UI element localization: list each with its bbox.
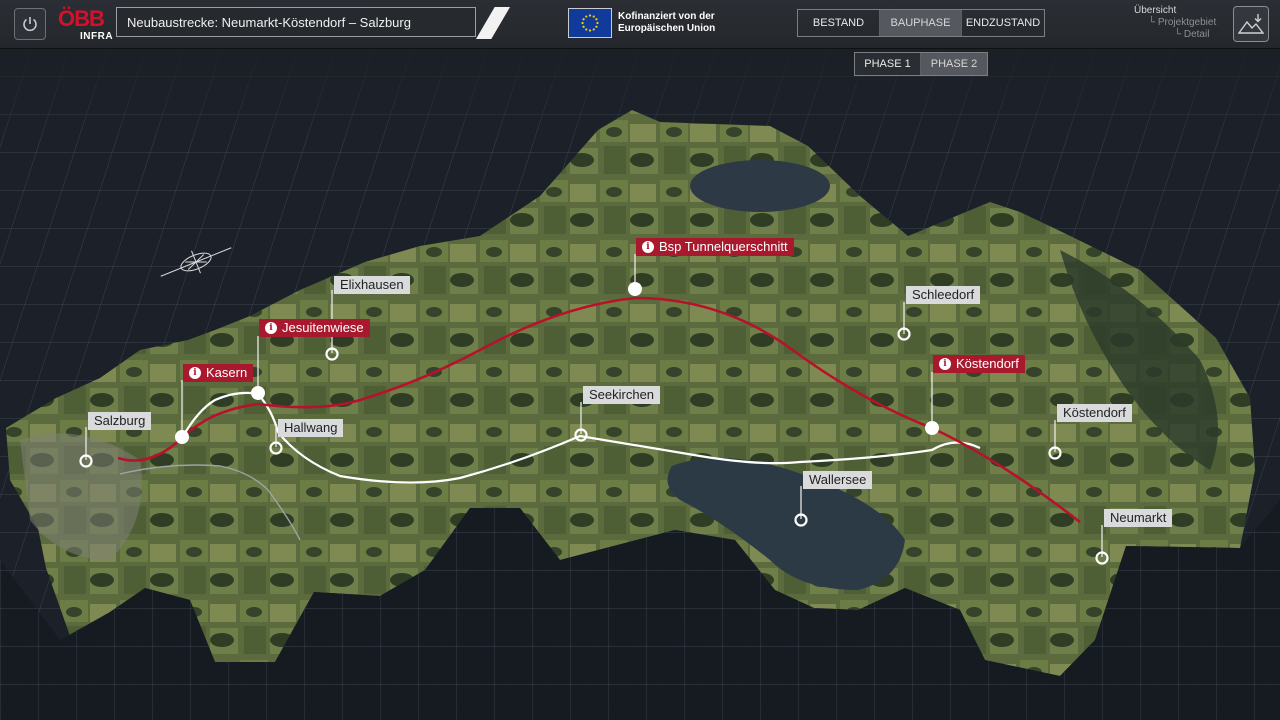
tab-endzustand[interactable]: ENDZUSTAND — [962, 10, 1044, 36]
eu-cofunding-badge: Kofinanziert von der Europäischen Union — [568, 8, 768, 38]
info-icon: i — [939, 358, 951, 370]
phase-tabs: PHASE 1 PHASE 2 — [854, 52, 988, 76]
eu-text-line2: Europäischen Union — [618, 23, 716, 34]
nav-uebersicht[interactable]: Übersicht — [1134, 5, 1216, 17]
eu-text-line1: Kofinanziert von der — [618, 11, 715, 22]
navigation-tree: Übersicht └ Projektgebiet └ Detail — [1120, 5, 1216, 41]
tab-phase-2[interactable]: PHASE 2 — [921, 53, 987, 75]
oebb-logo: ÖBB INFRA — [58, 6, 118, 44]
nav-detail[interactable]: └ Detail — [1174, 29, 1216, 41]
label-koestendorf[interactable]: Köstendorf — [1057, 404, 1132, 422]
poi-tunnel-text: Bsp Tunnelquerschnitt — [659, 239, 788, 254]
poi-jesuitenwiese-text: Jesuitenwiese — [282, 320, 364, 335]
marker-poi-koestendorf — [925, 421, 939, 435]
landscape-view-button[interactable] — [1233, 6, 1269, 42]
nav-projektgebiet-text: Projektgebiet — [1157, 17, 1217, 28]
nav-projektgebiet[interactable]: └ Projektgebiet — [1148, 17, 1216, 29]
eu-flag-icon — [568, 8, 612, 38]
mode-tabs: BESTAND BAUPHASE ENDZUSTAND — [797, 9, 1045, 37]
poi-label-tunnel[interactable]: i Bsp Tunnelquerschnitt — [636, 238, 794, 256]
poi-label-jesuitenwiese[interactable]: i Jesuitenwiese — [259, 319, 370, 337]
nav-detail-text: Detail — [1183, 29, 1210, 40]
label-salzburg[interactable]: Salzburg — [88, 412, 152, 430]
tab-bauphase[interactable]: BAUPHASE — [880, 10, 962, 36]
marker-tunnel — [628, 282, 642, 296]
power-button[interactable] — [14, 8, 46, 40]
label-seekirchen[interactable]: Seekirchen — [583, 386, 661, 404]
tab-phase-1[interactable]: PHASE 1 — [855, 53, 921, 75]
top-bar: ÖBB INFRA Neubaustrecke: Neumarkt-Kösten… — [0, 0, 1280, 49]
poi-label-koestendorf[interactable]: i Köstendorf — [933, 355, 1025, 373]
title-decoration — [476, 7, 510, 39]
poi-koestendorf-text: Köstendorf — [956, 356, 1019, 371]
marker-jesuitenwiese — [251, 386, 265, 400]
poi-kasern-text: Kasern — [206, 365, 248, 380]
marker-kasern — [175, 430, 189, 444]
eu-text: Kofinanziert von der Europäischen Union — [618, 11, 768, 35]
info-icon: i — [642, 241, 654, 253]
info-icon: i — [189, 367, 201, 379]
power-icon — [23, 17, 37, 32]
logo-mark: ÖBB — [58, 6, 105, 31]
lake-obertrumer — [690, 160, 830, 212]
label-wallersee[interactable]: Wallersee — [803, 471, 873, 489]
label-hallwang[interactable]: Hallwang — [278, 419, 344, 437]
tab-bestand[interactable]: BESTAND — [798, 10, 880, 36]
label-elixhausen[interactable]: Elixhausen — [334, 276, 410, 294]
label-schleedorf[interactable]: Schleedorf — [906, 286, 981, 304]
map-scene[interactable] — [0, 0, 1280, 720]
poi-label-kasern[interactable]: i Kasern — [183, 364, 254, 382]
landscape-download-icon — [1238, 14, 1264, 34]
info-icon: i — [265, 322, 277, 334]
logo-sub: INFRA — [80, 31, 114, 42]
project-title: Neubaustrecke: Neumarkt-Köstendorf – Sal… — [116, 7, 476, 37]
label-neumarkt[interactable]: Neumarkt — [1104, 509, 1173, 527]
